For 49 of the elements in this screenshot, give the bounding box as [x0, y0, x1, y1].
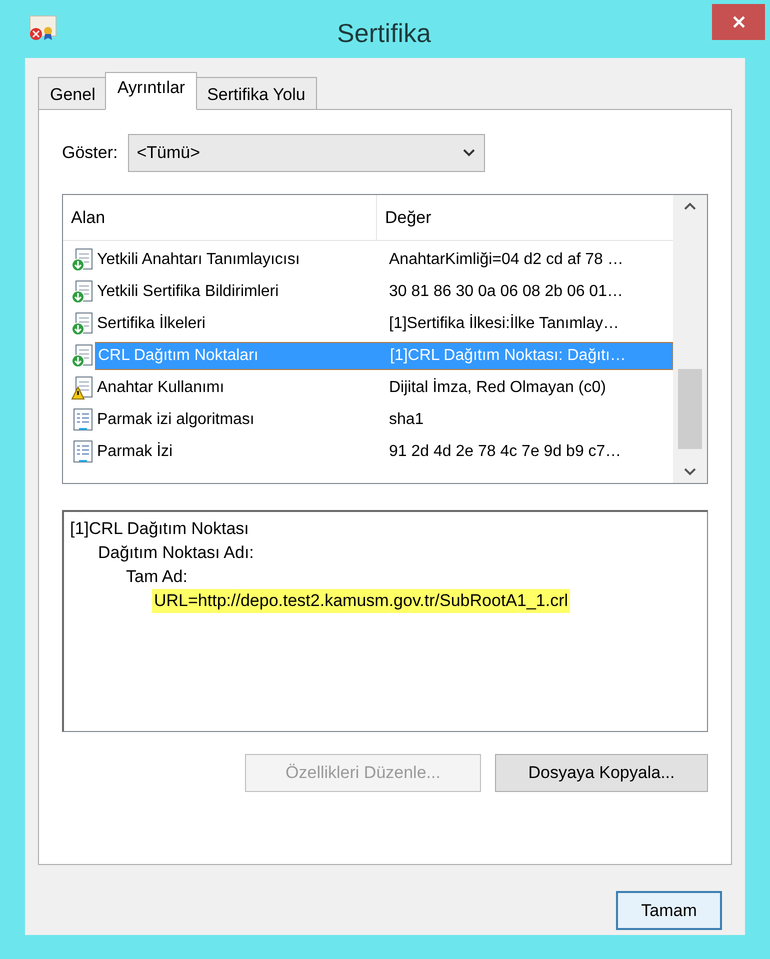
certificate-icon [28, 14, 58, 42]
column-header[interactable]: Alan [63, 195, 377, 240]
value-cell-text: AnahtarKimliği=04 d2 cd af 78 … [388, 250, 624, 270]
table-row[interactable]: Sertifika İlkeleri [1]Sertifika İlkesi:İlke Tanımlay… [95, 310, 673, 338]
field-cell-text: Sertifika İlkeleri [96, 313, 206, 334]
value-cell-text: sha1 [388, 410, 424, 430]
close-icon [732, 15, 746, 29]
close-button[interactable] [712, 4, 765, 40]
certificate-extension-icon [71, 312, 95, 336]
value-cell-text: 91 2d 4d 2e 78 4c 7e 9d b9 c7… [388, 442, 622, 462]
show-dropdown[interactable]: <Tümü> [128, 134, 485, 172]
field-cell-text: Anahtar Kullanımı [96, 378, 226, 398]
detail-line: [1]CRL Dağıtım Noktası [69, 518, 250, 540]
detail-line: Tam Ad: [125, 566, 188, 588]
table-row[interactable]: Yetkili Anahtarı Tanımlayıcısı AnahtarKimliği=04 d2 cd af 78 … [95, 246, 673, 274]
tab[interactable]: Genel [38, 77, 108, 110]
tab[interactable]: Ayrıntılar [105, 72, 198, 110]
field-cell-text: Parmak İzi [96, 441, 174, 462]
scrollbar[interactable] [673, 195, 707, 483]
field-cell-text: Yetkili Sertifika Bildirimleri [96, 282, 280, 302]
scrollbar-thumb[interactable] [678, 369, 702, 449]
chevron-down-icon [462, 148, 476, 158]
value-cell-text: 30 81 86 30 0a 06 08 2b 06 01… [388, 282, 623, 302]
certificate-extension-icon [71, 344, 95, 368]
table-row[interactable]: Anahtar Kullanımı Dijital İmza, Red Olmayan (c0) [95, 374, 673, 402]
certificate-extension-icon [71, 280, 95, 304]
table-row[interactable]: Yetkili Sertifika Bildirimleri 30 81 86 30 0a 06 08 2b 06 01… [95, 278, 673, 306]
warning-icon [71, 376, 95, 400]
tab[interactable]: Sertifika Yolu [195, 77, 318, 110]
table-row[interactable]: Parmak İzi 91 2d 4d 2e 78 4c 7e 9d b9 c7… [95, 438, 673, 466]
document-icon [71, 440, 95, 464]
table-row[interactable]: Parmak izi algoritması sha1 [95, 406, 673, 434]
value-cell-text: [1]CRL Dağıtım Noktası: Dağıtı… [389, 346, 626, 366]
field-cell-text: CRL Dağıtım Noktaları [97, 346, 260, 366]
document-icon [71, 408, 95, 432]
scroll-down-icon [683, 467, 697, 477]
window-title: Sertifika [336, 17, 432, 50]
field-cell-text: Yetkili Anahtarı Tanımlayıcısı [96, 250, 301, 270]
action-button[interactable]: Dosyaya Kopyala... [495, 754, 708, 792]
value-cell-text: [1]Sertifika İlkesi:İlke Tanımlay… [388, 313, 620, 334]
details-box[interactable]: [1]CRL Dağıtım Noktası Dağıtım Noktası Adı: Tam Ad: URL=http://depo.test2.kamusm.gov.tr/SubRootA1_1.crl [62, 510, 708, 732]
certificate-extension-icon [71, 248, 95, 272]
value-cell-text: Dijital İmza, Red Olmayan (c0) [388, 377, 606, 398]
column-header[interactable]: Değer [377, 195, 673, 240]
ok-button[interactable]: Tamam [616, 891, 722, 930]
field-cell-text: Parmak izi algoritması [96, 410, 256, 430]
scroll-up-icon [683, 201, 697, 211]
detail-line: Dağıtım Noktası Adı: [97, 542, 255, 564]
show-label: Göster: [62, 142, 118, 164]
